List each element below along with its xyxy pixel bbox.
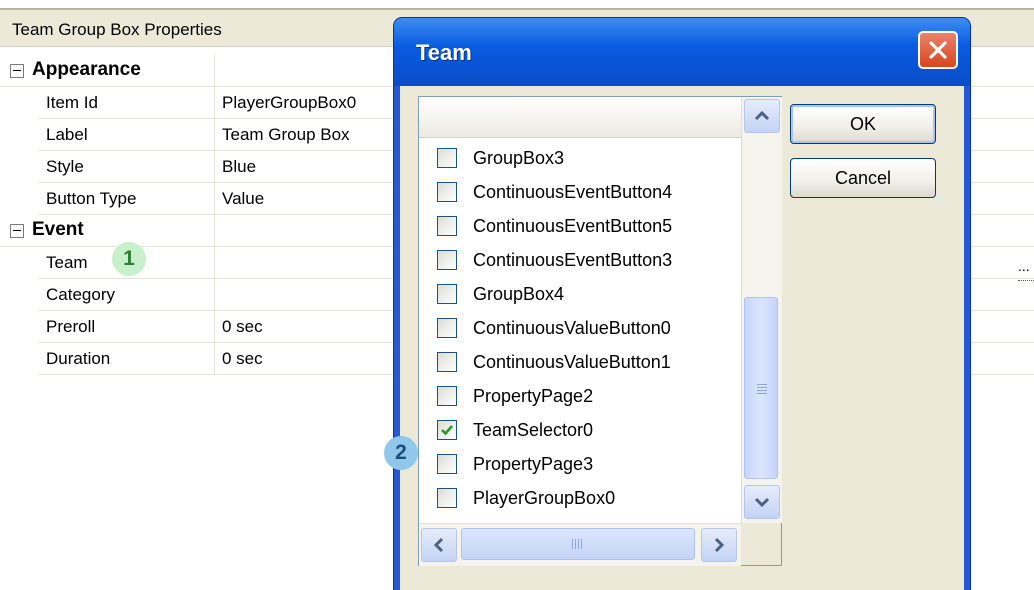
property-name: Preroll bbox=[46, 317, 96, 336]
collapse-icon[interactable] bbox=[10, 64, 24, 78]
list-item[interactable]: PropertyPage2 bbox=[437, 383, 737, 413]
chevron-up-icon bbox=[754, 110, 770, 121]
team-checklist[interactable]: GroupBox3 ContinuousEventButton4 Continu… bbox=[418, 96, 782, 566]
list-item[interactable]: GroupBox4 bbox=[437, 281, 737, 311]
property-name: Button Type bbox=[46, 189, 137, 208]
list-item-label: GroupBox3 bbox=[473, 148, 565, 168]
property-value[interactable]: 0 sec bbox=[222, 317, 263, 337]
list-item[interactable]: GroupBox3 bbox=[437, 145, 737, 175]
cancel-button[interactable]: Cancel bbox=[790, 158, 936, 198]
list-item[interactable]: ContinuousEventButton3 bbox=[437, 247, 737, 277]
callout-badge-2: 2 bbox=[384, 436, 418, 470]
list-header bbox=[419, 97, 741, 138]
team-ellipsis-button[interactable]: ... bbox=[1018, 258, 1034, 281]
property-value[interactable]: Team Group Box bbox=[222, 125, 350, 145]
property-name: Style bbox=[46, 157, 84, 176]
property-value[interactable]: 0 sec bbox=[222, 349, 263, 369]
property-value[interactable]: Blue bbox=[222, 157, 256, 177]
chevron-down-icon bbox=[754, 497, 770, 508]
property-grid-title: Team Group Box Properties bbox=[12, 20, 222, 39]
checkbox-checked[interactable] bbox=[437, 420, 457, 440]
checkbox[interactable] bbox=[437, 352, 457, 372]
list-item[interactable]: PlayerGroupBox0 bbox=[437, 485, 737, 515]
property-name: Item Id bbox=[46, 93, 98, 112]
list-item-label: ContinuousEventButton3 bbox=[473, 250, 673, 270]
list-item-label: PlayerGroupBox0 bbox=[473, 488, 616, 508]
list-item[interactable]: TeamSelector0 bbox=[437, 417, 737, 447]
scroll-thumb[interactable] bbox=[744, 297, 778, 479]
checkbox[interactable] bbox=[437, 488, 457, 508]
list-item-label: ContinuousEventButton4 bbox=[473, 182, 673, 202]
checkbox[interactable] bbox=[437, 318, 457, 338]
dialog-title: Team bbox=[416, 40, 472, 65]
checkbox[interactable] bbox=[437, 250, 457, 270]
close-icon bbox=[929, 41, 947, 59]
vertical-scrollbar[interactable] bbox=[741, 97, 782, 523]
callout-badge-1: 1 bbox=[112, 242, 146, 276]
category-label: Event bbox=[32, 219, 84, 240]
scroll-right-button[interactable] bbox=[701, 528, 737, 562]
list-item[interactable]: ContinuousValueButton0 bbox=[437, 315, 737, 345]
category-label: Appearance bbox=[32, 59, 141, 80]
list-item-label: ContinuousValueButton0 bbox=[473, 318, 671, 338]
checkbox[interactable] bbox=[437, 182, 457, 202]
checkbox[interactable] bbox=[437, 284, 457, 304]
scroll-down-button[interactable] bbox=[744, 485, 780, 519]
scroll-up-button[interactable] bbox=[744, 99, 780, 133]
collapse-icon[interactable] bbox=[10, 224, 24, 238]
checkbox[interactable] bbox=[437, 454, 457, 474]
chevron-left-icon bbox=[433, 537, 444, 553]
list-item-label: GroupBox4 bbox=[473, 284, 565, 304]
checkmark-icon bbox=[441, 425, 453, 436]
team-dialog: Team GroupBox3 ContinuousEventButton4 Co… bbox=[394, 18, 970, 590]
checkbox[interactable] bbox=[437, 148, 457, 168]
property-name: Category bbox=[46, 285, 115, 304]
property-value[interactable]: Value bbox=[222, 189, 264, 209]
horizontal-scrollbar[interactable] bbox=[419, 523, 741, 566]
property-name: Team bbox=[46, 253, 88, 272]
dialog-titlebar[interactable]: Team bbox=[394, 18, 970, 86]
chevron-right-icon bbox=[714, 537, 725, 553]
list-item[interactable]: ContinuousEventButton5 bbox=[437, 213, 737, 243]
list-item-label: TeamSelector0 bbox=[473, 420, 594, 440]
list-item-label: ContinuousEventButton5 bbox=[473, 216, 673, 236]
scroll-left-button[interactable] bbox=[421, 528, 457, 562]
checkbox[interactable] bbox=[437, 216, 457, 236]
dialog-body: GroupBox3 ContinuousEventButton4 Continu… bbox=[400, 86, 964, 590]
list-item[interactable]: PropertyPage3 bbox=[437, 451, 737, 481]
property-name: Duration bbox=[46, 349, 111, 368]
list-item[interactable]: ContinuousEventButton4 bbox=[437, 179, 737, 209]
list-item-label: PropertyPage3 bbox=[473, 454, 594, 474]
list-item-label: ContinuousValueButton1 bbox=[473, 352, 671, 372]
close-button[interactable] bbox=[918, 31, 958, 69]
horizontal-scroll-thumb[interactable] bbox=[461, 528, 695, 560]
checkbox[interactable] bbox=[437, 386, 457, 406]
list-item-label: PropertyPage2 bbox=[473, 386, 594, 406]
property-value[interactable]: PlayerGroupBox0 bbox=[222, 93, 356, 113]
scrollbar-corner bbox=[741, 523, 781, 565]
list-item[interactable]: ContinuousValueButton1 bbox=[437, 349, 737, 379]
ok-button[interactable]: OK bbox=[790, 104, 936, 144]
property-name: Label bbox=[46, 125, 88, 144]
